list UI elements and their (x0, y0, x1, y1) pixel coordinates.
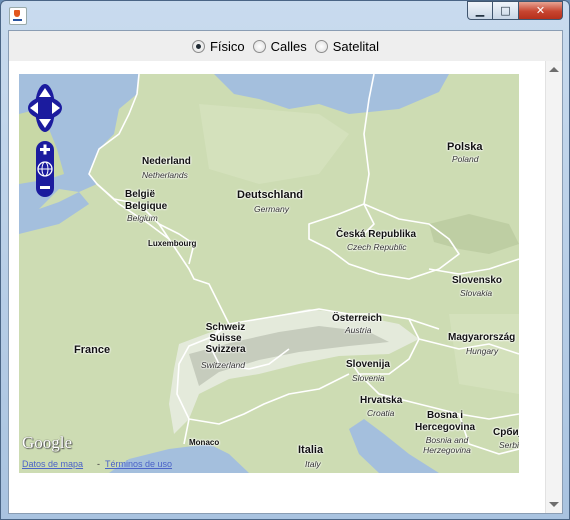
map-label-monaco: Monaco (189, 438, 220, 447)
map-label-italia: Italia (298, 444, 324, 456)
map-type-selector: Físico Calles Satelital (9, 31, 562, 61)
map-label-srbija: Србиј (493, 427, 519, 438)
scroll-up-arrow-icon[interactable] (549, 67, 559, 72)
map-label-nederland: Nederland (142, 156, 191, 167)
radio-calles[interactable]: Calles (252, 38, 307, 54)
map-label-osterreich: Österreich (332, 313, 383, 324)
map-label-luxembourg: Luxembourg (148, 239, 197, 248)
map-label-deutschland: Deutschland (237, 189, 304, 201)
radio-button[interactable] (314, 39, 328, 53)
map-label-ceska-republika: Česká Republika (336, 229, 417, 240)
map-data-link[interactable]: Datos de mapa (22, 459, 83, 469)
minimize-button[interactable]: ▁ (467, 1, 493, 20)
map-label-switzerland: Switzerland (201, 360, 245, 370)
map-label-slovenia: Slovenia (352, 373, 385, 383)
map-label-italy: Italy (305, 459, 321, 469)
map-label-croatia: Croatia (367, 408, 395, 418)
radio-button[interactable] (252, 39, 266, 53)
map-label-hungary: Hungary (466, 346, 499, 356)
map-label-hrvatska: Hrvatska (360, 395, 403, 406)
map-label-france: France (74, 344, 111, 356)
map-view[interactable]: Polska Poland Nederland Netherlands Deut… (19, 74, 519, 473)
pan-control[interactable] (27, 82, 63, 135)
map-label-czech-republic: Czech Republic (347, 242, 407, 252)
radio-calles-label: Calles (270, 38, 307, 54)
radio-button-selected[interactable] (191, 39, 205, 53)
radio-satelital-label: Satelital (332, 38, 380, 54)
map-label-slovenija: Slovenija (346, 359, 390, 370)
map-label-austria: Austria (345, 325, 372, 335)
map-label-poland: Poland (452, 154, 479, 164)
title-bar[interactable]: ▁ □ ✕ (1, 1, 569, 29)
scroll-pane: Polska Poland Nederland Netherlands Deut… (9, 61, 562, 513)
radio-fisico[interactable]: Físico (191, 38, 245, 54)
zoom-control[interactable] (36, 141, 54, 197)
map-label-bosnia: Bosnia and Herzegovina (423, 435, 471, 455)
app-window: ▁ □ ✕ Físico Calles Satelital Polska Pol… (0, 0, 570, 520)
radio-satelital[interactable]: Satelital (314, 38, 380, 54)
vertical-scrollbar[interactable] (545, 61, 562, 513)
close-button[interactable]: ✕ (519, 1, 563, 20)
map-label-schweiz: Schweiz Suisse Svizzera (205, 322, 246, 355)
map-label-serbia: Serbi (499, 440, 519, 450)
client-area: Físico Calles Satelital Polska Poland Ne… (8, 30, 563, 514)
map-label-polska: Polska (447, 141, 483, 153)
map-label-belgium: Belgium (127, 213, 158, 223)
terms-of-use-link[interactable]: Términos de uso (105, 459, 172, 469)
scroll-down-arrow-icon[interactable] (549, 502, 559, 507)
map-label-bosna: Bosna i Hercegovina (414, 410, 476, 433)
map-label-magyarorszag: Magyarország (448, 332, 516, 343)
radio-fisico-label: Físico (209, 38, 245, 54)
java-app-icon (9, 7, 27, 25)
map-label-belgie: België Belgique (125, 189, 168, 212)
map-label-netherlands: Netherlands (142, 170, 188, 180)
map-label-slovensko: Slovensko (452, 275, 503, 286)
google-logo: Google (22, 433, 73, 452)
map-label-germany: Germany (254, 204, 289, 214)
map-label-slovakia: Slovakia (460, 288, 493, 298)
maximize-button[interactable]: □ (493, 1, 519, 20)
window-controls: ▁ □ ✕ (467, 1, 563, 21)
links-separator: - (97, 459, 100, 469)
